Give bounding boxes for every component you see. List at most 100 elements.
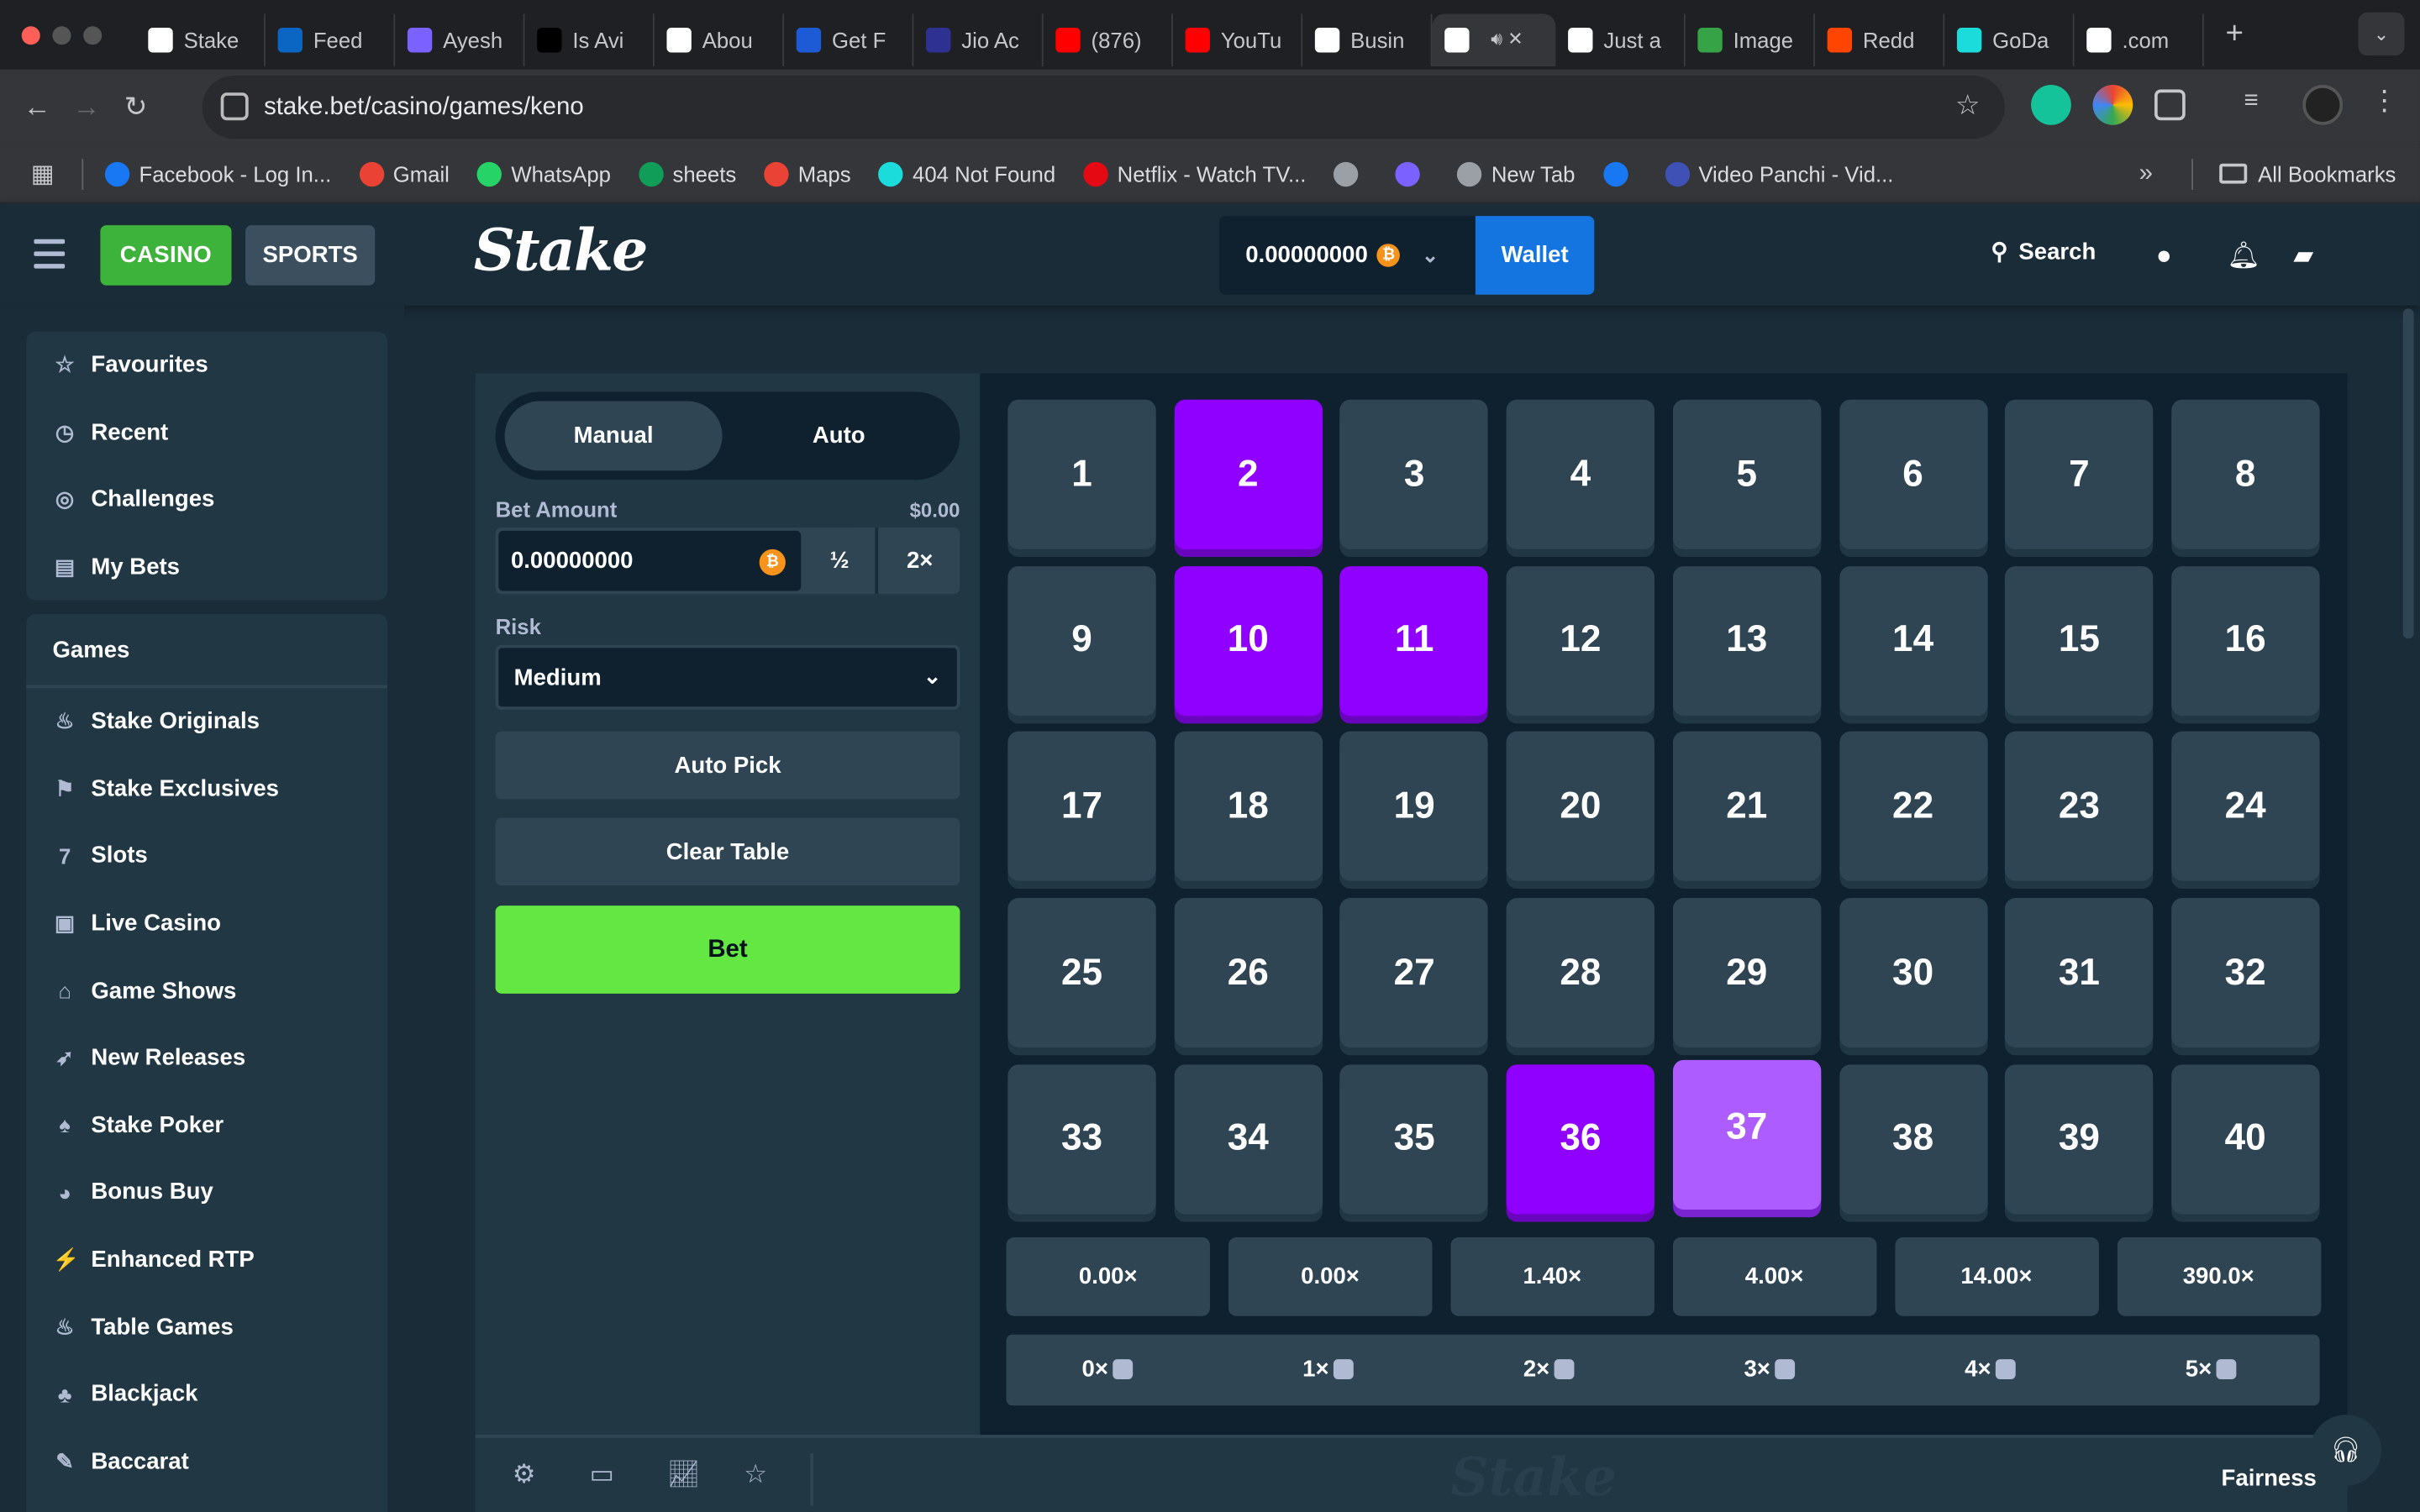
keno-tile[interactable]: 28 [1506, 898, 1655, 1048]
keno-tile[interactable]: 30 [1839, 898, 1987, 1048]
reload-icon[interactable]: ↻ [111, 91, 160, 123]
keno-tile[interactable]: 7 [2005, 399, 2154, 549]
keno-tile[interactable]: 19 [1339, 732, 1489, 882]
bookmark-item[interactable]: 404 Not Found [878, 160, 1055, 186]
sidebar-item[interactable]: ◕ Bonus Buy [26, 1159, 387, 1226]
clear-table-button[interactable]: Clear Table [495, 817, 960, 886]
sidebar-item[interactable]: ◎ Challenges [26, 466, 387, 533]
keno-tile[interactable]: 25 [1007, 898, 1156, 1048]
browser-tab[interactable]: Just a [1555, 13, 1686, 66]
chat-icon[interactable]: ▰ [2293, 241, 2313, 272]
close-tab-icon[interactable]: 🔊︎ ✕ [1491, 28, 1523, 51]
half-bet-button[interactable]: ½ [804, 528, 879, 595]
sidebar-item[interactable]: ✎ Baccarat [26, 1428, 387, 1495]
browser-tab[interactable]: .com [2075, 13, 2204, 66]
sidebar-item[interactable]: ☆ Favourites [26, 332, 387, 399]
keno-tile[interactable]: 36 [1506, 1063, 1655, 1215]
browser-tab[interactable]: Get F [784, 13, 914, 66]
keno-tile[interactable]: 3 [1339, 399, 1489, 549]
sidebar-item[interactable]: ♠ Stake Poker [26, 1092, 387, 1159]
address-bar[interactable]: stake.bet/casino/games/keno ☆ [202, 75, 2005, 139]
menu-hamburger-icon[interactable] [34, 239, 66, 276]
keno-tile[interactable]: 38 [1839, 1063, 1987, 1215]
minimize-window-button[interactable] [52, 25, 71, 45]
stats-chart-icon[interactable]: 📈︎ [666, 1460, 700, 1491]
browser-tab[interactable]: Image [1686, 13, 1815, 66]
stake-logo[interactable]: Stake [474, 216, 648, 284]
keno-tile[interactable]: 10 [1174, 565, 1323, 716]
sports-tab-button[interactable]: SPORTS [245, 225, 376, 286]
casino-tab-button[interactable]: CASINO [100, 225, 232, 286]
browser-tab[interactable]: Abou [655, 13, 785, 66]
keno-tile[interactable]: 9 [1007, 565, 1156, 716]
maximize-window-button[interactable] [83, 25, 103, 45]
color-extension-icon[interactable] [2092, 85, 2133, 125]
double-bet-button[interactable]: 2× [881, 528, 959, 594]
risk-select[interactable]: Medium ⌄ [495, 644, 960, 710]
keno-tile[interactable]: 18 [1174, 732, 1323, 882]
keno-tile[interactable]: 24 [2171, 732, 2320, 882]
support-headset-icon[interactable]: 🎧︎ [2310, 1415, 2382, 1486]
bookmark-item[interactable] [1334, 160, 1368, 186]
browser-tab[interactable]: Feed [266, 13, 396, 66]
keno-tile[interactable]: 34 [1174, 1063, 1323, 1215]
browser-tab[interactable]: Busin [1302, 13, 1433, 66]
browser-tab[interactable]: (876) [1044, 13, 1173, 66]
profile-avatar[interactable] [2302, 85, 2344, 125]
bookmark-item[interactable]: Facebook - Log In... [105, 160, 331, 186]
bookmark-star-icon[interactable]: ☆ [1955, 90, 1981, 123]
bookmark-item[interactable]: WhatsApp [476, 160, 611, 186]
keno-tile[interactable]: 17 [1007, 732, 1156, 882]
keno-tile[interactable]: 37 [1672, 1059, 1821, 1210]
keno-tile[interactable]: 26 [1174, 898, 1323, 1048]
browser-tab[interactable]: Stake [136, 13, 266, 66]
browser-tab[interactable]: YouTu [1173, 13, 1303, 66]
keno-tile[interactable]: 6 [1839, 399, 1987, 549]
keno-tile[interactable]: 35 [1339, 1063, 1489, 1215]
keno-tile[interactable]: 33 [1007, 1063, 1156, 1215]
favourite-star-icon[interactable]: ☆ [744, 1460, 767, 1491]
browser-tab[interactable]: Is Avi [524, 13, 655, 66]
theatre-mode-icon[interactable]: ▭ [590, 1460, 615, 1491]
keno-tile[interactable]: 21 [1672, 732, 1821, 882]
sidebar-item[interactable]: ⚡ Enhanced RTP [26, 1226, 387, 1294]
sidebar-item[interactable]: ◷ Recent [26, 399, 387, 466]
keno-tile[interactable]: 2 [1174, 399, 1323, 549]
bookmark-item[interactable] [1602, 160, 1636, 186]
sidebar-item[interactable]: 7 Slots [26, 822, 387, 890]
fairness-link[interactable]: Fairness [2222, 1466, 2317, 1492]
keno-tile[interactable]: 27 [1339, 898, 1489, 1048]
keno-tile[interactable]: 12 [1506, 565, 1655, 716]
keno-tile[interactable]: 14 [1839, 565, 1987, 716]
search-button[interactable]: ⚲ Search [1991, 238, 2096, 265]
back-icon[interactable]: ← [13, 91, 62, 123]
keno-tile[interactable]: 39 [2005, 1063, 2154, 1215]
apps-grid-icon[interactable]: ▦ [31, 158, 55, 189]
sidebar-item[interactable]: ⌂ Game Shows [26, 957, 387, 1024]
browser-menu-icon[interactable]: ⋮ [2370, 85, 2411, 125]
browser-tab[interactable]: 🔊︎ ✕ [1432, 13, 1556, 66]
manual-mode-tab[interactable]: Manual [504, 401, 723, 471]
forward-icon[interactable]: → [61, 91, 111, 123]
sidebar-item[interactable]: ⚑ Stake Exclusives [26, 755, 387, 822]
tab-search-chevron-icon[interactable]: ⌄ [2358, 12, 2405, 56]
sidebar-item[interactable]: ▤ My Bets [26, 533, 387, 601]
browser-tab[interactable]: Redd [1815, 13, 1945, 66]
keno-tile[interactable]: 20 [1506, 732, 1655, 882]
browser-tab[interactable]: Ayesh [395, 13, 525, 66]
all-bookmarks[interactable]: All Bookmarks [2219, 161, 2396, 186]
keno-tile[interactable]: 29 [1672, 898, 1821, 1048]
keno-tile[interactable]: 40 [2171, 1063, 2320, 1215]
keno-tile[interactable]: 31 [2005, 898, 2154, 1048]
keno-tile[interactable]: 32 [2171, 898, 2320, 1048]
bet-button[interactable]: Bet [495, 906, 960, 994]
keno-tile[interactable]: 13 [1672, 565, 1821, 716]
sidebar-item[interactable]: ▣ Live Casino [26, 890, 387, 957]
games-section-header[interactable]: Games [26, 614, 388, 689]
browser-tab[interactable]: GoDa [1944, 13, 2075, 66]
keno-tile[interactable]: 22 [1839, 732, 1987, 882]
settings-gear-icon[interactable]: ⚙ [513, 1460, 536, 1491]
notifications-bell-icon[interactable]: 🔔︎ [2227, 241, 2260, 272]
bookmark-item[interactable]: Gmail [359, 160, 450, 186]
site-info-icon[interactable] [220, 92, 249, 121]
